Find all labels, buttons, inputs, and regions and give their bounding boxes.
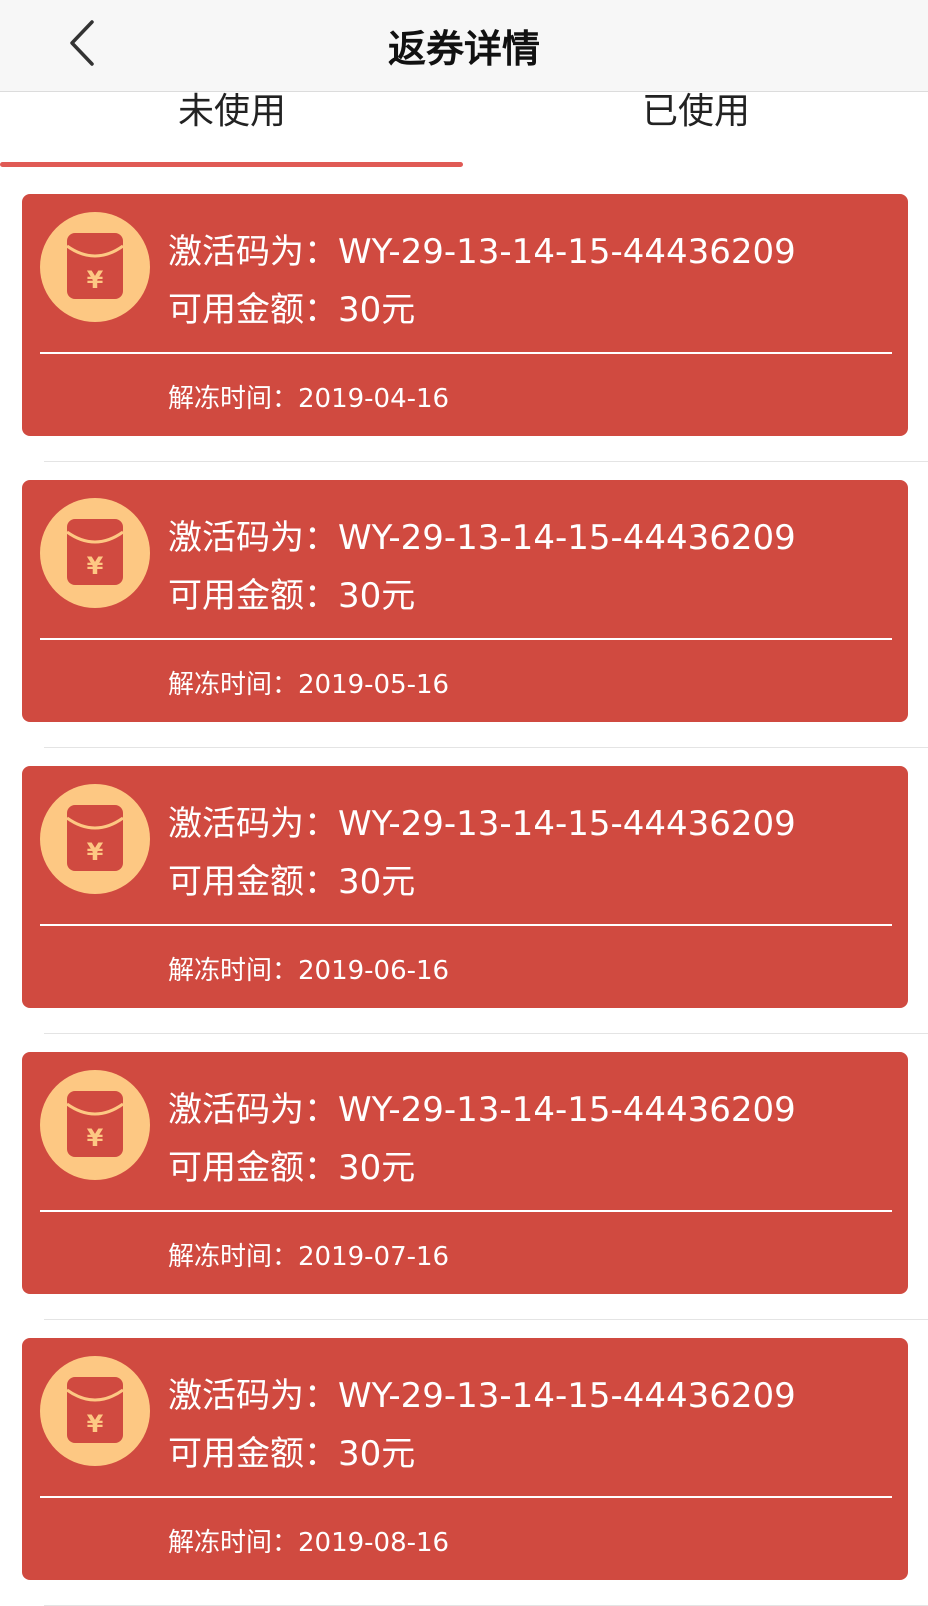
coupon-badge: ¥ [40, 784, 150, 894]
divider [40, 1210, 892, 1212]
available-amount: 可用金额：30元 [168, 576, 416, 616]
coupon-card[interactable]: ¥ 激活码为：WY-29-13-14-15-44436209 可用金额：30元 … [22, 1338, 908, 1580]
activation-code: 激活码为：WY-29-13-14-15-44436209 [168, 804, 796, 844]
list-item: ¥ 激活码为：WY-29-13-14-15-44436209 可用金额：30元 … [0, 742, 928, 1034]
activation-code: 激活码为：WY-29-13-14-15-44436209 [168, 518, 796, 558]
coupon-card[interactable]: ¥ 激活码为：WY-29-13-14-15-44436209 可用金额：30元 … [22, 766, 908, 1008]
nav-bar: 返券详情 [0, 0, 928, 92]
divider [40, 352, 892, 354]
svg-text:¥: ¥ [87, 1124, 104, 1152]
svg-text:¥: ¥ [87, 552, 104, 580]
list-item: ¥ 激活码为：WY-29-13-14-15-44436209 可用金额：30元 … [0, 456, 928, 748]
unfreeze-time: 解冻时间：2019-07-16 [168, 1242, 450, 1272]
red-envelope-yen-icon: ¥ [66, 233, 124, 299]
available-amount: 可用金额：30元 [168, 1148, 416, 1188]
activation-code: 激活码为：WY-29-13-14-15-44436209 [168, 232, 796, 272]
activation-code: 激活码为：WY-29-13-14-15-44436209 [168, 1376, 796, 1416]
divider [40, 924, 892, 926]
red-envelope-yen-icon: ¥ [66, 805, 124, 871]
coupon-card[interactable]: ¥ 激活码为：WY-29-13-14-15-44436209 可用金额：30元 … [22, 480, 908, 722]
available-amount: 可用金额：30元 [168, 862, 416, 902]
available-amount: 可用金额：30元 [168, 1434, 416, 1474]
divider [40, 638, 892, 640]
unfreeze-time: 解冻时间：2019-04-16 [168, 384, 450, 414]
coupon-badge: ¥ [40, 212, 150, 322]
unfreeze-time: 解冻时间：2019-06-16 [168, 956, 450, 986]
tab-unused[interactable]: 未使用 [0, 92, 464, 170]
available-amount: 可用金额：30元 [168, 290, 416, 330]
list-item: ¥ 激活码为：WY-29-13-14-15-44436209 可用金额：30元 … [0, 1028, 928, 1320]
unfreeze-time: 解冻时间：2019-08-16 [168, 1528, 450, 1558]
coupon-badge: ¥ [40, 1070, 150, 1180]
unfreeze-time: 解冻时间：2019-05-16 [168, 670, 450, 700]
coupon-card[interactable]: ¥ 激活码为：WY-29-13-14-15-44436209 可用金额：30元 … [22, 194, 908, 436]
activation-code: 激活码为：WY-29-13-14-15-44436209 [168, 1090, 796, 1130]
tab-used[interactable]: 已使用 [464, 92, 928, 170]
page-title: 返券详情 [387, 27, 540, 71]
svg-text:¥: ¥ [87, 1410, 104, 1438]
divider [40, 1496, 892, 1498]
list-item: ¥ 激活码为：WY-29-13-14-15-44436209 可用金额：30元 … [0, 1314, 928, 1606]
tab-active-indicator [0, 162, 463, 167]
red-envelope-yen-icon: ¥ [66, 1091, 124, 1157]
svg-text:¥: ¥ [87, 266, 104, 294]
coupon-badge: ¥ [40, 1356, 150, 1466]
tab-bar: 未使用 已使用 [0, 92, 928, 170]
list-item: ¥ 激活码为：WY-29-13-14-15-44436209 可用金额：30元 … [0, 170, 928, 462]
coupon-badge: ¥ [40, 498, 150, 608]
red-envelope-yen-icon: ¥ [66, 1377, 124, 1443]
svg-text:¥: ¥ [87, 838, 104, 866]
coupon-card[interactable]: ¥ 激活码为：WY-29-13-14-15-44436209 可用金额：30元 … [22, 1052, 908, 1294]
red-envelope-yen-icon: ¥ [66, 519, 124, 585]
